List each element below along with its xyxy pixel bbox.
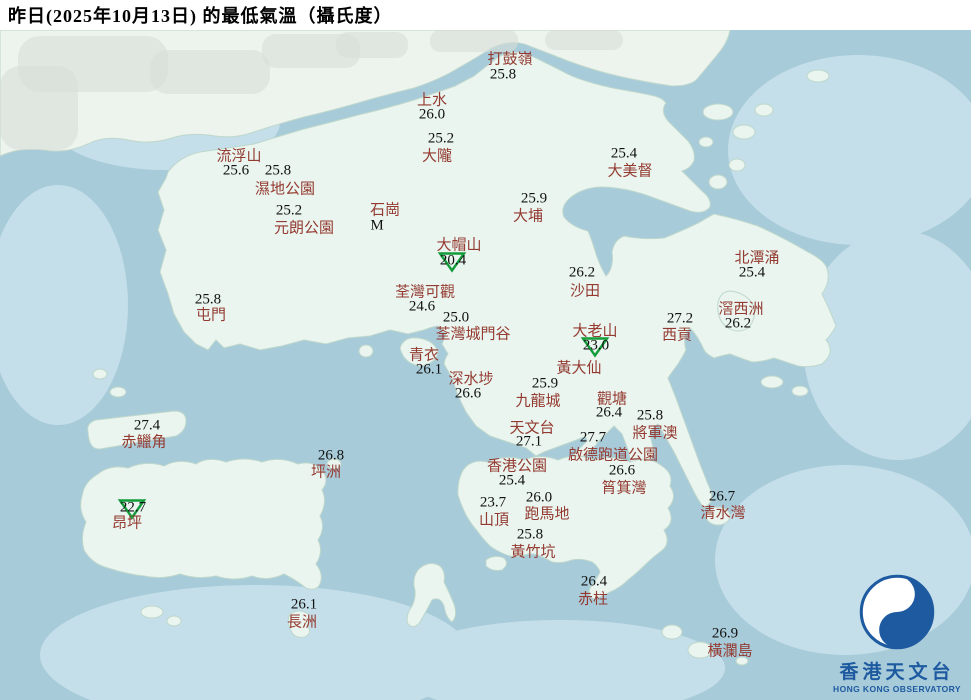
station-name: 赤鱲角 <box>121 434 167 451</box>
station-name: 天文台 <box>509 420 555 437</box>
station-name: 青衣 <box>408 347 440 364</box>
station-name: 荃灣城門谷 <box>435 326 511 343</box>
station-name: 流浮山 <box>216 148 262 165</box>
station-name: 北潭涌 <box>734 250 780 267</box>
station-name: 昂坪 <box>111 515 143 532</box>
station-name: 大帽山 <box>436 237 482 254</box>
station-name: 大老山 <box>572 323 618 340</box>
hko-logo-icon <box>859 574 935 650</box>
station-name: 大埔 <box>512 208 544 225</box>
station-name: 清水灣 <box>700 505 746 522</box>
station-name: 大美督 <box>607 163 653 180</box>
station-name: 山頂 <box>478 512 510 529</box>
station-name: 西貢 <box>661 327 693 344</box>
station-name: 深水埗 <box>448 371 494 388</box>
station-temp: 25.8 <box>489 66 517 83</box>
station-name: 濕地公園 <box>254 181 316 198</box>
station-temp: 20.4 <box>439 252 467 269</box>
station-name: 將軍澳 <box>632 425 678 442</box>
hko-logo-chinese-name: 香港天文台 <box>839 662 955 683</box>
station-name: 沙田 <box>569 283 601 300</box>
station-name: 跑馬地 <box>524 506 570 523</box>
stations-layer: 25.8 打鼓嶺 26.0 上水 25.6 流浮山 25.8 濕地公園 25.2 大隴 25.4 大美… <box>0 0 971 700</box>
station-name: 筲箕灣 <box>601 480 647 497</box>
station-name: 屯門 <box>195 307 227 324</box>
map-title: 昨日(2025年10月13日) 的最低氣溫（攝氏度） <box>8 6 393 26</box>
station-name: 坪洲 <box>310 464 342 481</box>
station-name: 上水 <box>416 92 448 109</box>
station-name: 黃大仙 <box>556 360 602 377</box>
station-name: 打鼓嶺 <box>487 51 533 68</box>
station-name: 石崗 <box>369 202 401 219</box>
station-name: 觀塘 <box>596 391 628 408</box>
station-temp: M <box>370 217 384 234</box>
weather-map-screen: 昨日(2025年10月13日) 的最低氣溫（攝氏度） 25.8 打鼓嶺 26.0 上水… <box>0 0 971 700</box>
station-name: 啟德跑道公園 <box>567 447 659 464</box>
station-name: 九龍城 <box>515 393 561 410</box>
station-name: 赤柱 <box>577 591 609 608</box>
station-name: 滘西洲 <box>718 301 764 318</box>
station-name: 荃灣可觀 <box>394 284 456 301</box>
station-name: 黃竹坑 <box>510 544 556 561</box>
station-name: 大隴 <box>421 148 453 165</box>
station-name: 橫瀾島 <box>707 643 753 660</box>
station-name: 元朗公園 <box>273 220 335 237</box>
hko-logo-english-name: HONG KONG OBSERVATORY <box>833 684 961 694</box>
station-name: 香港公園 <box>486 458 548 475</box>
station-name: 長洲 <box>286 614 318 631</box>
hko-logo: 香港天文台 HONG KONG OBSERVATORY <box>831 574 963 694</box>
title-bar: 昨日(2025年10月13日) 的最低氣溫（攝氏度） <box>0 0 971 30</box>
